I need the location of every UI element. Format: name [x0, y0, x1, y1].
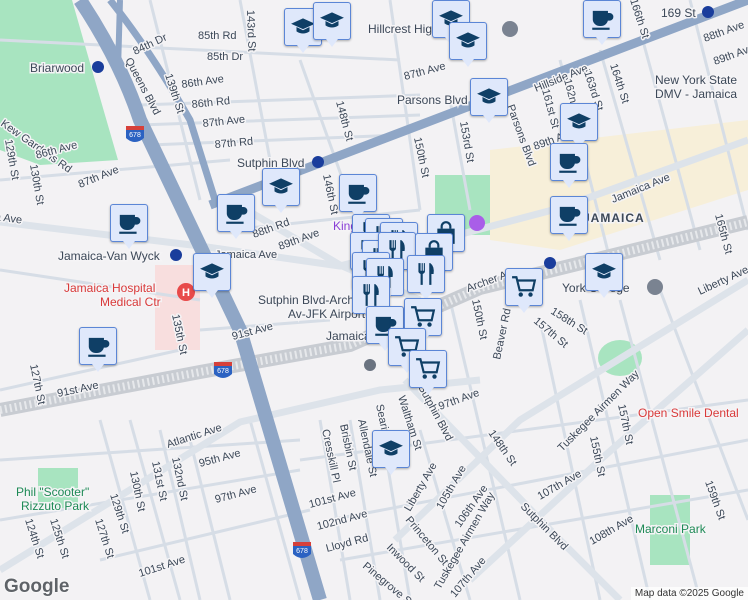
graduation-cap-icon [455, 28, 481, 54]
street-label: 87th Rd [214, 136, 253, 151]
place-briarwood: Briarwood [30, 61, 84, 75]
place-hospital-1: Jamaica Hospital [64, 281, 155, 295]
restaurant-marker[interactable] [407, 255, 445, 300]
coffee-cup-icon [223, 200, 249, 226]
coffee-shop-marker[interactable] [217, 194, 255, 239]
street-label: 97th Ave [214, 483, 258, 506]
graduation-cap-icon [199, 259, 225, 285]
coffee-shop-marker[interactable] [79, 327, 117, 372]
fork-knife-icon [358, 282, 384, 308]
school-poi-icon[interactable] [502, 21, 518, 37]
graduation-cap-icon [268, 174, 294, 200]
place-parsons-station: Parsons Blvd [397, 93, 468, 107]
svg-text:678: 678 [296, 548, 308, 555]
school-marker[interactable] [372, 430, 410, 475]
street-label: 146th St [320, 173, 340, 216]
svg-text:678: 678 [217, 368, 229, 375]
shopping-cart-icon [415, 356, 441, 382]
street-label: 159th St [702, 479, 727, 522]
school-marker[interactable] [449, 22, 487, 67]
grocery-store-marker[interactable] [409, 350, 447, 395]
street-label: 85th Rd [198, 30, 237, 42]
street-label: 148th St [333, 100, 355, 143]
school-marker[interactable] [585, 253, 623, 298]
map-attribution[interactable]: Map data ©2025 Google [630, 587, 748, 600]
interstate-shield: 678 [293, 542, 311, 558]
street-label: 88th Rd [251, 216, 291, 240]
street-label: 105th Ave [434, 463, 469, 511]
coffee-cup-icon [589, 6, 615, 32]
place-hospital-2: Medical Ctr [100, 295, 161, 309]
street-label: Jamaica Ave [0, 206, 23, 227]
coffee-shop-marker[interactable] [339, 174, 377, 219]
museum-poi-icon[interactable] [469, 215, 485, 231]
coffee-cup-icon [85, 333, 111, 359]
street-label: 87th Ave [202, 114, 246, 130]
street-label: 86th Ave [181, 73, 225, 91]
street-label: 150th St [469, 298, 489, 341]
street-label: Lloyd Rd [325, 532, 370, 555]
school-marker[interactable] [313, 2, 351, 47]
coffee-shop-marker[interactable] [550, 143, 588, 188]
school-marker[interactable] [470, 78, 508, 123]
place-jamaica-station: Jamaica [326, 329, 371, 343]
street-label: 87th Ave [77, 164, 121, 191]
school-marker[interactable] [262, 168, 300, 213]
place-sutphin-archer-1: Sutphin Blvd-Archer [258, 293, 365, 307]
street-label: 157th St [615, 403, 635, 446]
street-label: 127th St [92, 517, 116, 560]
shopping-cart-icon [511, 274, 537, 300]
coffee-cup-icon [556, 202, 582, 228]
street-label: 85th Dr [207, 51, 243, 63]
school-poi-icon[interactable] [647, 279, 663, 295]
graduation-cap-icon [476, 84, 502, 110]
graduation-cap-icon [378, 436, 404, 462]
coffee-cup-icon [116, 210, 142, 236]
street-label: 143rd St [244, 10, 257, 52]
street-label: 86th Rd [191, 95, 231, 111]
interstate-shield: 678 [126, 126, 144, 142]
place-169-st: 169 St [661, 6, 696, 20]
interstate-shield: 678 [214, 362, 232, 378]
place-rizzuto-2: Rizzuto Park [21, 499, 90, 513]
street-label: 130th St [27, 163, 46, 205]
school-marker[interactable] [193, 253, 231, 298]
coffee-shop-marker[interactable] [550, 196, 588, 241]
hospital-icon-glyph: H [182, 287, 190, 299]
graduation-cap-icon [566, 109, 592, 135]
street-label: 108th Ave [588, 513, 636, 548]
train-poi-icon[interactable] [364, 359, 376, 371]
street-label: 161st St [539, 88, 561, 130]
fork-knife-icon [413, 261, 439, 287]
street-label: 89th Ave [712, 42, 748, 68]
grocery-store-marker[interactable] [505, 268, 543, 313]
shopping-cart-icon [410, 304, 436, 330]
place-open-smile-dental: Open Smile Dental [638, 406, 739, 420]
street-label: 88th Ave [702, 19, 746, 45]
place-jamaica-area: JAMAICA [583, 211, 645, 225]
coffee-shop-marker[interactable] [110, 204, 148, 249]
street-label: 87th Ave [403, 60, 447, 83]
coffee-cup-icon [556, 149, 582, 175]
school-marker[interactable] [560, 103, 598, 148]
place-marconi-park: Marconi Park [635, 522, 707, 536]
street-label: 95th Ave [198, 447, 242, 470]
google-logo: Google [4, 576, 70, 597]
street-label: 102nd Ave [316, 508, 369, 533]
svg-text:678: 678 [129, 132, 141, 139]
place-rizzuto-1: Phil "Scooter" [16, 485, 89, 499]
graduation-cap-icon [319, 8, 345, 34]
place-dmv-2: DMV - Jamaica [655, 87, 737, 101]
street-label: Beaver Rd [491, 307, 514, 360]
street-label: 166th St [627, 0, 651, 40]
coffee-cup-icon [345, 180, 371, 206]
coffee-shop-marker[interactable] [583, 0, 621, 45]
graduation-cap-icon [591, 259, 617, 285]
street-label: 101st Ave [137, 554, 186, 580]
place-dmv-1: New York State [655, 73, 737, 87]
place-jamaica-van-wyck: Jamaica-Van Wyck [58, 249, 161, 263]
